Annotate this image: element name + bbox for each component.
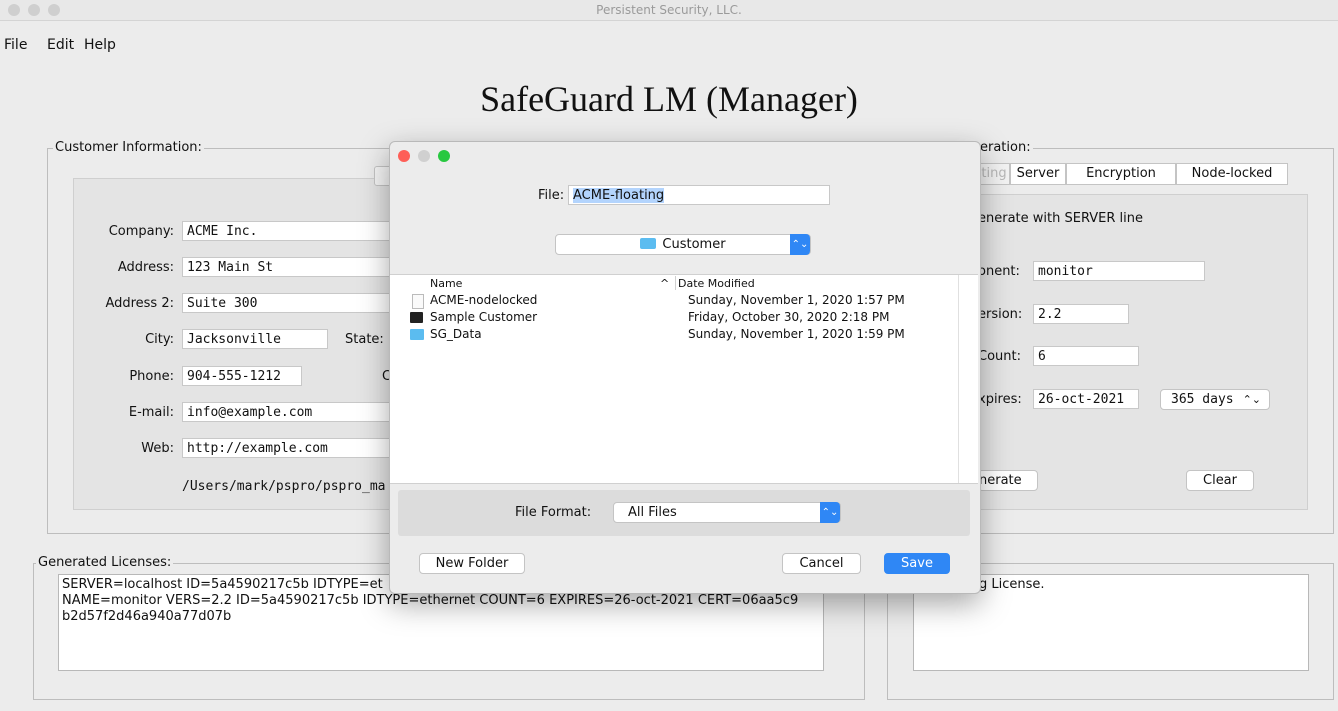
version-field[interactable]: 2.2 [1033, 304, 1129, 324]
menu-edit[interactable]: Edit [47, 37, 74, 53]
tab-server[interactable]: Server [1010, 163, 1066, 185]
generation-label: eration: [978, 140, 1033, 155]
email-field[interactable]: info@example.com [182, 402, 392, 422]
licenses-label: Generated Licenses: [36, 555, 174, 570]
phone-label: Phone: [129, 369, 174, 384]
file-name: ACME-nodelocked [430, 293, 538, 307]
updown-chevron-icon: ⌃⌄ [1242, 393, 1261, 406]
duration-select[interactable]: 365 days ⌃⌄ [1160, 389, 1270, 410]
folder-icon [410, 329, 424, 340]
app-title: SafeGuard LM (Manager) [480, 79, 858, 119]
terminal-icon [410, 312, 423, 323]
version-label: ersion: [978, 307, 1023, 322]
company-label: Company: [108, 224, 174, 239]
clear-button[interactable]: Clear [1186, 470, 1254, 491]
phone-field[interactable]: 904-555-1212 [182, 366, 302, 386]
file-date: Sunday, November 1, 2020 1:59 PM [688, 327, 905, 341]
file-name-label: File: [538, 188, 565, 203]
dialog-close-button[interactable] [398, 150, 410, 162]
location-select[interactable]: Customer ⌃⌄ [555, 234, 811, 255]
document-icon [412, 294, 424, 309]
license-line: NAME=monitor VERS=2.2 ID=5a4590217c5b ID… [62, 593, 799, 608]
list-item[interactable]: ACME-nodelocked Sunday, November 1, 2020… [390, 293, 958, 310]
file-format-bar: File Format: All Files ⌃⌄ [398, 490, 970, 536]
window-title: Persistent Security, LLC. [596, 3, 742, 17]
count-field[interactable]: 6 [1033, 346, 1139, 366]
cancel-button[interactable]: Cancel [782, 553, 861, 574]
log-text: g License. [979, 577, 1045, 592]
count-label: Count: [978, 349, 1021, 364]
expires-field[interactable]: 26-oct-2021 [1033, 389, 1139, 409]
menu-file[interactable]: File [4, 37, 27, 53]
component-label: onent: [978, 264, 1020, 279]
dialog-minimize-button[interactable] [418, 150, 430, 162]
dialog-zoom-button[interactable] [438, 150, 450, 162]
customer-info-label: Customer Information: [53, 140, 204, 155]
list-divider [958, 275, 959, 483]
city-label: City: [145, 332, 174, 347]
sort-ascending-icon: ^ [660, 277, 670, 290]
location-value: Customer [662, 237, 726, 252]
address2-label: Address 2: [105, 296, 174, 311]
address2-field[interactable]: Suite 300 [182, 293, 392, 313]
updown-chevron-icon: ⌃⌄ [790, 234, 810, 255]
file-name-value: ACME-floating [573, 188, 665, 203]
file-format-value: All Files [628, 505, 677, 520]
state-label: State: [345, 332, 384, 347]
column-name-header[interactable]: Name [430, 277, 462, 290]
window-titlebar: Persistent Security, LLC. [0, 0, 1338, 21]
customer-file-path: /Users/mark/pspro/pspro_ma [182, 479, 386, 494]
web-label: Web: [141, 441, 174, 456]
web-field[interactable]: http://example.com [182, 438, 392, 458]
expires-label: xpires: [978, 392, 1022, 407]
address-label: Address: [117, 260, 174, 275]
file-name-input[interactable]: ACME-floating [568, 185, 830, 205]
server-line-checkbox-label[interactable]: enerate with SERVER line [978, 211, 1143, 226]
file-list[interactable]: Name ^ Date Modified ACME-nodelocked Sun… [390, 274, 978, 484]
license-line: b2d57f2d46a940a77d07b [62, 609, 232, 624]
file-name: SG_Data [430, 327, 482, 341]
file-date: Sunday, November 1, 2020 1:57 PM [688, 293, 905, 307]
file-format-label: File Format: [515, 505, 592, 520]
generate-button[interactable]: nerate [978, 470, 1038, 491]
company-field[interactable]: ACME Inc. [182, 221, 392, 241]
component-field[interactable]: monitor [1033, 261, 1205, 281]
address-field[interactable]: 123 Main St [182, 257, 392, 277]
email-label: E-mail: [128, 405, 174, 420]
save-dialog: File: ACME-floating Customer ⌃⌄ Name ^ D… [389, 141, 981, 594]
column-divider [675, 276, 676, 290]
tab-floating[interactable]: ting [978, 163, 1010, 185]
file-name: Sample Customer [430, 310, 538, 324]
file-date: Friday, October 30, 2020 2:18 PM [688, 310, 890, 324]
column-date-header[interactable]: Date Modified [678, 277, 755, 290]
save-button[interactable]: Save [884, 553, 950, 574]
tab-encryption[interactable]: Encryption [1066, 163, 1176, 185]
city-field[interactable]: Jacksonville [182, 329, 328, 349]
tab-node-locked[interactable]: Node-locked [1176, 163, 1288, 185]
new-folder-button[interactable]: New Folder [419, 553, 525, 574]
duration-value: 365 days [1171, 392, 1234, 407]
list-item[interactable]: Sample Customer Friday, October 30, 2020… [390, 310, 958, 327]
menu-help[interactable]: Help [84, 37, 116, 53]
file-format-select[interactable]: All Files ⌃⌄ [613, 502, 841, 523]
folder-icon [640, 238, 657, 249]
updown-chevron-icon: ⌃⌄ [820, 502, 840, 523]
list-item[interactable]: SG_Data Sunday, November 1, 2020 1:59 PM [390, 327, 958, 344]
